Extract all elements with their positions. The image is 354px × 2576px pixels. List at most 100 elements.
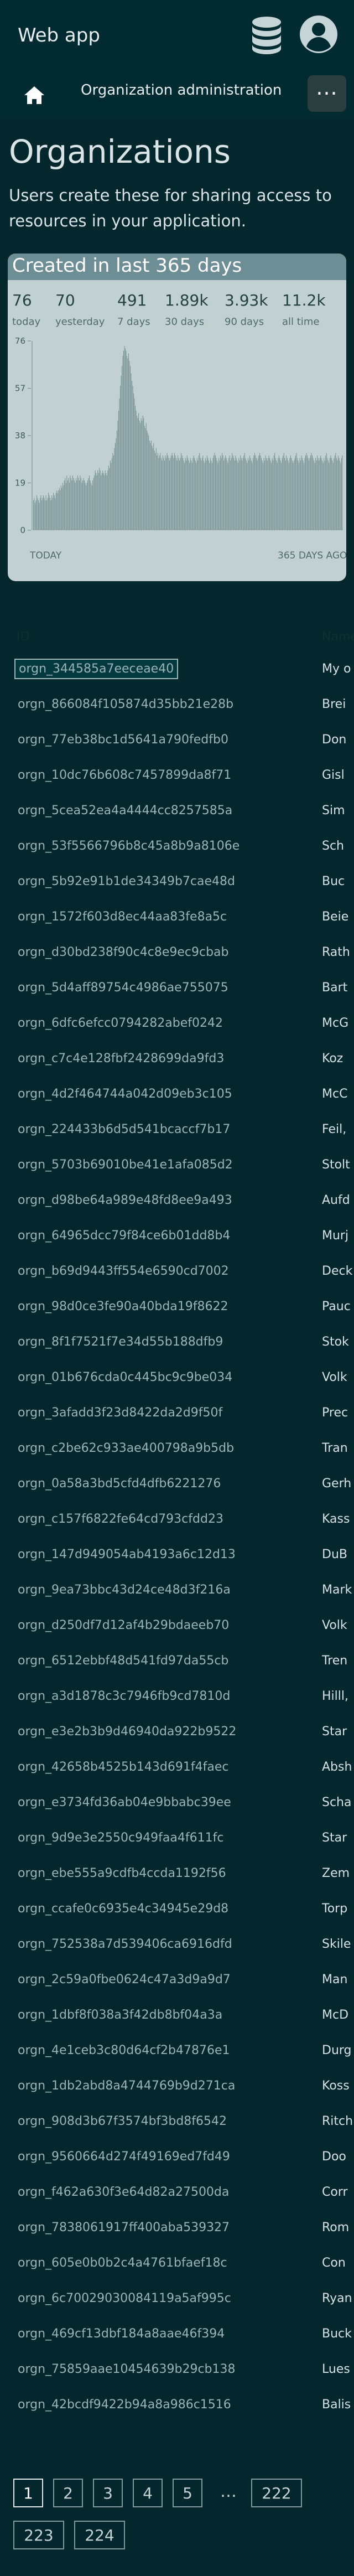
table-row[interactable]: orgn_5703b69010be41e1afa085d2 Stolt [0,1149,354,1184]
page-button[interactable]: 2 [53,2479,83,2507]
more-tabs-button[interactable]: ··· [308,75,346,112]
organization-id-link[interactable]: orgn_c7c4e128fbf2428699da9fd3 [18,1052,224,1065]
organization-id-link[interactable]: orgn_5cea52ea4a4444cc8257585a [18,804,232,818]
table-row[interactable]: orgn_5b92e91b1de34349b7cae48d Buc [0,866,354,901]
column-header-name[interactable]: Name [322,630,354,644]
table-row[interactable]: orgn_1db2abd8a4744769b9d271ca Koss [0,2070,354,2106]
organization-id-link[interactable]: orgn_d98be64a989e48fd8ee9a493 [18,1193,232,1207]
table-row[interactable]: orgn_53f5566796b8c45a8b9a8106e Sch [0,830,354,866]
table-row[interactable]: orgn_c7c4e128fbf2428699da9fd3 Koz [0,1043,354,1078]
organization-id-link[interactable]: orgn_ebe555a9cdfb4ccda1192f56 [18,1866,226,1880]
organization-id-link[interactable]: orgn_ccafe0c6935e4c34945e29d8 [18,1902,228,1916]
organization-id-link[interactable]: orgn_c157f6822fe64cd793cfdd23 [18,1512,223,1526]
table-row[interactable]: orgn_8f1f7521f7e34d55b188dfb9 Stok [0,1326,354,1362]
table-row[interactable]: orgn_7838061917ff400aba539327 Rom [0,2212,354,2247]
page-button[interactable]: 223 [13,2521,64,2549]
organization-id-link[interactable]: orgn_8f1f7521f7e34d55b188dfb9 [18,1335,223,1349]
organization-id-link[interactable]: orgn_908d3b67f3574bf3bd8f6542 [18,2114,227,2128]
tab-organization-administration[interactable]: Organization administration [81,82,282,99]
table-row[interactable]: orgn_d98be64a989e48fd8ee9a493 Aufd [0,1184,354,1220]
organization-id-link[interactable]: orgn_77eb38bc1d5641a790fedfb0 [18,733,228,747]
organization-id-link[interactable]: orgn_1db2abd8a4744769b9d271ca [18,2079,235,2093]
organization-id-link[interactable]: orgn_7838061917ff400aba539327 [18,2221,230,2234]
table-row[interactable]: orgn_752538a7d539406ca6916dfd Skile [0,1928,354,1964]
table-row[interactable]: orgn_9560664d274f49169ed7fd49 Doo [0,2141,354,2176]
table-row[interactable]: orgn_f462a630f3e64d82a27500da Corr [0,2176,354,2212]
organization-id-link[interactable]: orgn_e3734fd36ab04e9bbabc39ee [18,1796,231,1809]
organization-id-link[interactable]: orgn_e3e2b3b9d46940da922b9522 [18,1725,236,1739]
page-button[interactable]: 4 [133,2479,163,2507]
table-row[interactable]: orgn_1572f603d8ec44aa83fe8a5c Beie [0,901,354,937]
table-row[interactable]: orgn_c2be62c933ae400798a9b5db Tran [0,1432,354,1468]
table-row[interactable]: orgn_4e1ceb3c80d64cf2b47876e1 Durg [0,2035,354,2070]
organization-id-link[interactable]: orgn_469cf13dbf184a8aae46f394 [18,2327,225,2341]
table-row[interactable]: orgn_9ea73bbc43d24ce48d3f216a Mark [0,1574,354,1610]
organization-id-link[interactable]: orgn_53f5566796b8c45a8b9a8106e [18,839,240,853]
organization-id-link[interactable]: orgn_6512ebbf48d541fd97da55cb [18,1654,228,1668]
account-icon[interactable] [299,14,339,54]
page-button[interactable]: 1 [13,2479,43,2507]
table-row[interactable]: orgn_3afadd3f23d8422da2d9f50f Prec [0,1397,354,1432]
table-row[interactable]: orgn_469cf13dbf184a8aae46f394 Buck [0,2318,354,2353]
table-row[interactable]: orgn_42bcdf9422b94a8a986c1516 Balis [0,2389,354,2424]
table-row[interactable]: orgn_2c59a0fbe0624c47a3d9a9d7 Man [0,1964,354,1999]
organization-id-link[interactable]: orgn_2c59a0fbe0624c47a3d9a9d7 [18,1973,231,1987]
organization-id-link[interactable]: orgn_3afadd3f23d8422da2d9f50f [18,1406,222,1420]
organization-id-link[interactable]: orgn_5703b69010be41e1afa085d2 [18,1158,233,1172]
page-button[interactable]: 222 [251,2479,302,2507]
table-row[interactable]: orgn_75859aae10454639b29cb138 Lues [0,2353,354,2389]
organization-id-link[interactable]: orgn_d250df7d12af4b29bdaeeb70 [18,1618,229,1632]
organization-id-link[interactable]: orgn_344585a7eeceae40 [14,659,179,679]
organization-id-link[interactable]: orgn_0a58a3bd5cfd4dfb6221276 [18,1477,221,1491]
table-row[interactable]: orgn_0a58a3bd5cfd4dfb6221276 Gerh [0,1468,354,1503]
table-row[interactable]: orgn_5cea52ea4a4444cc8257585a Sim [0,795,354,830]
table-row[interactable]: orgn_1dbf8f038a3f42db8bf04a3a McD [0,1999,354,2035]
table-row[interactable]: orgn_64965dcc79f84ce6b01dd8b4 Murj [0,1220,354,1255]
organization-id-link[interactable]: orgn_42bcdf9422b94a8a986c1516 [18,2398,231,2412]
table-row[interactable]: orgn_605e0b0b2c4a4761bfaef18c Con [0,2247,354,2283]
organization-id-link[interactable]: orgn_42658b4525b143d691f4faec [18,1760,228,1774]
organization-id-link[interactable]: orgn_75859aae10454639b29cb138 [18,2362,236,2376]
table-row[interactable]: orgn_10dc76b608c7457899da8f71 Gisl [0,759,354,795]
organization-id-link[interactable]: orgn_9560664d274f49169ed7fd49 [18,2150,230,2164]
table-row[interactable]: orgn_a3d1878c3c7946fb9cd7810d Hilll, [0,1680,354,1716]
database-icon[interactable] [250,15,283,55]
table-row[interactable]: orgn_147d949054ab4193a6c12d13 DuB [0,1539,354,1574]
organization-id-link[interactable]: orgn_5d4aff89754c4986ae755075 [18,981,228,995]
organization-id-link[interactable]: orgn_64965dcc79f84ce6b01dd8b4 [18,1229,230,1243]
organization-id-link[interactable]: orgn_a3d1878c3c7946fb9cd7810d [18,1689,230,1703]
table-row[interactable]: orgn_e3734fd36ab04e9bbabc39ee Scha [0,1787,354,1822]
page-button[interactable]: 224 [74,2521,125,2549]
organization-id-link[interactable]: orgn_752538a7d539406ca6916dfd [18,1937,232,1951]
organization-id-link[interactable]: orgn_10dc76b608c7457899da8f71 [18,768,231,782]
organization-id-link[interactable]: orgn_224433b6d5d541bcaccf7b17 [18,1123,230,1136]
organization-id-link[interactable]: orgn_9d9e3e2550c949faa4f611fc [18,1831,223,1845]
page-button[interactable]: 5 [173,2479,202,2507]
table-row[interactable]: orgn_6c70029030084119a5af995c Ryan [0,2283,354,2318]
table-row[interactable]: orgn_ebe555a9cdfb4ccda1192f56 Zem [0,1858,354,1893]
table-row[interactable]: orgn_6dfc6efcc0794282abef0242 McG [0,1007,354,1043]
organization-id-link[interactable]: orgn_605e0b0b2c4a4761bfaef18c [18,2256,227,2270]
organization-id-link[interactable]: orgn_01b676cda0c445bc9c9be034 [18,1370,232,1384]
organization-id-link[interactable]: orgn_b69d9443ff554e6590cd7002 [18,1264,229,1278]
table-row[interactable]: orgn_224433b6d5d541bcaccf7b17 Feil, [0,1114,354,1149]
app-title[interactable]: Web app [18,24,100,46]
table-row[interactable]: orgn_ccafe0c6935e4c34945e29d8 Torp [0,1893,354,1928]
table-row[interactable]: orgn_01b676cda0c445bc9c9be034 Volk [0,1362,354,1397]
organization-id-link[interactable]: orgn_4e1ceb3c80d64cf2b47876e1 [18,2044,230,2057]
organization-id-link[interactable]: orgn_4d2f464744a042d09eb3c105 [18,1087,232,1101]
organization-id-link[interactable]: orgn_98d0ce3fe90a40bda19f8622 [18,1300,228,1313]
table-row[interactable]: orgn_d250df7d12af4b29bdaeeb70 Volk [0,1610,354,1645]
table-row[interactable]: orgn_866084f105874d35bb21e28b Brei [0,689,354,724]
organization-id-link[interactable]: orgn_f462a630f3e64d82a27500da [18,2185,229,2199]
home-icon[interactable] [17,80,52,111]
organization-id-link[interactable]: orgn_866084f105874d35bb21e28b [18,697,233,711]
table-row[interactable]: orgn_344585a7eeceae40 My o [0,653,354,689]
organization-id-link[interactable]: orgn_d30bd238f90c4c8e9ec9cbab [18,945,229,959]
table-row[interactable]: orgn_9d9e3e2550c949faa4f611fc Star [0,1822,354,1858]
table-row[interactable]: orgn_6512ebbf48d541fd97da55cb Tren [0,1645,354,1680]
table-row[interactable]: orgn_98d0ce3fe90a40bda19f8622 Pauc [0,1291,354,1326]
organization-id-link[interactable]: orgn_5b92e91b1de34349b7cae48d [18,875,235,888]
organization-id-link[interactable]: orgn_1dbf8f038a3f42db8bf04a3a [18,2008,222,2022]
organization-id-link[interactable]: orgn_c2be62c933ae400798a9b5db [18,1441,234,1455]
